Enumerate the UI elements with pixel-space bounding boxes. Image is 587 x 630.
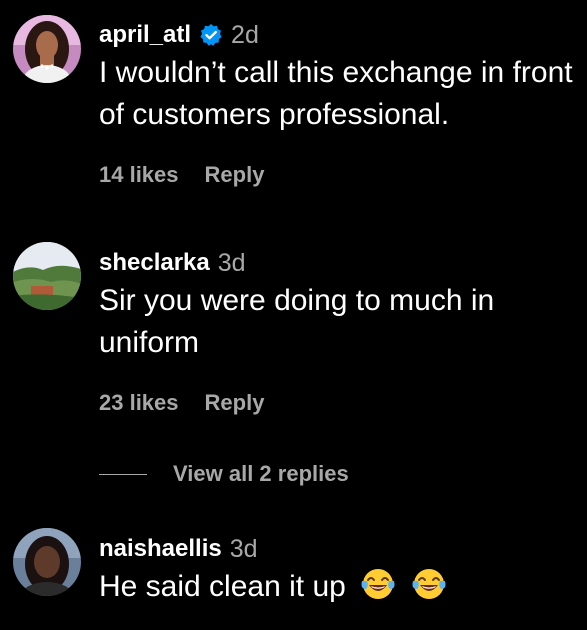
comment-text: He said clean it up xyxy=(99,566,581,608)
timestamp: 3d xyxy=(217,248,246,277)
timestamp: 3d xyxy=(229,534,258,563)
like-count[interactable]: 14 likes xyxy=(99,162,179,188)
comment-actions: 14 likes Reply xyxy=(99,162,264,188)
avatar[interactable] xyxy=(13,242,81,310)
face-with-tears-of-joy-icon xyxy=(360,567,396,601)
timestamp: 2d xyxy=(231,20,259,49)
verified-badge-icon xyxy=(199,23,223,47)
username[interactable]: april_atl xyxy=(99,21,191,49)
comment-header: naishaellis 3d xyxy=(99,534,581,564)
comment-header: sheclarka 3d xyxy=(99,248,581,278)
reply-button[interactable]: Reply xyxy=(205,390,265,416)
avatar[interactable] xyxy=(13,528,81,596)
comment-actions: 23 likes Reply xyxy=(99,390,264,416)
avatar[interactable] xyxy=(13,15,81,83)
username[interactable]: sheclarka xyxy=(99,249,210,277)
view-replies-label: View all 2 replies xyxy=(173,461,349,486)
comment-text-content: He said clean it up xyxy=(99,570,346,603)
username[interactable]: naishaellis xyxy=(99,535,222,563)
comment-header: april_atl 2d xyxy=(99,20,581,50)
reply-button[interactable]: Reply xyxy=(205,162,265,188)
comment-text: I wouldn’t call this exchange in front o… xyxy=(99,56,573,131)
face-with-tears-of-joy-icon xyxy=(411,567,447,601)
comment-text: Sir you were doing to much in uniform xyxy=(99,284,495,359)
view-replies-button[interactable]: View all 2 replies xyxy=(99,461,349,487)
like-count[interactable]: 23 likes xyxy=(99,390,179,416)
divider xyxy=(99,473,147,475)
